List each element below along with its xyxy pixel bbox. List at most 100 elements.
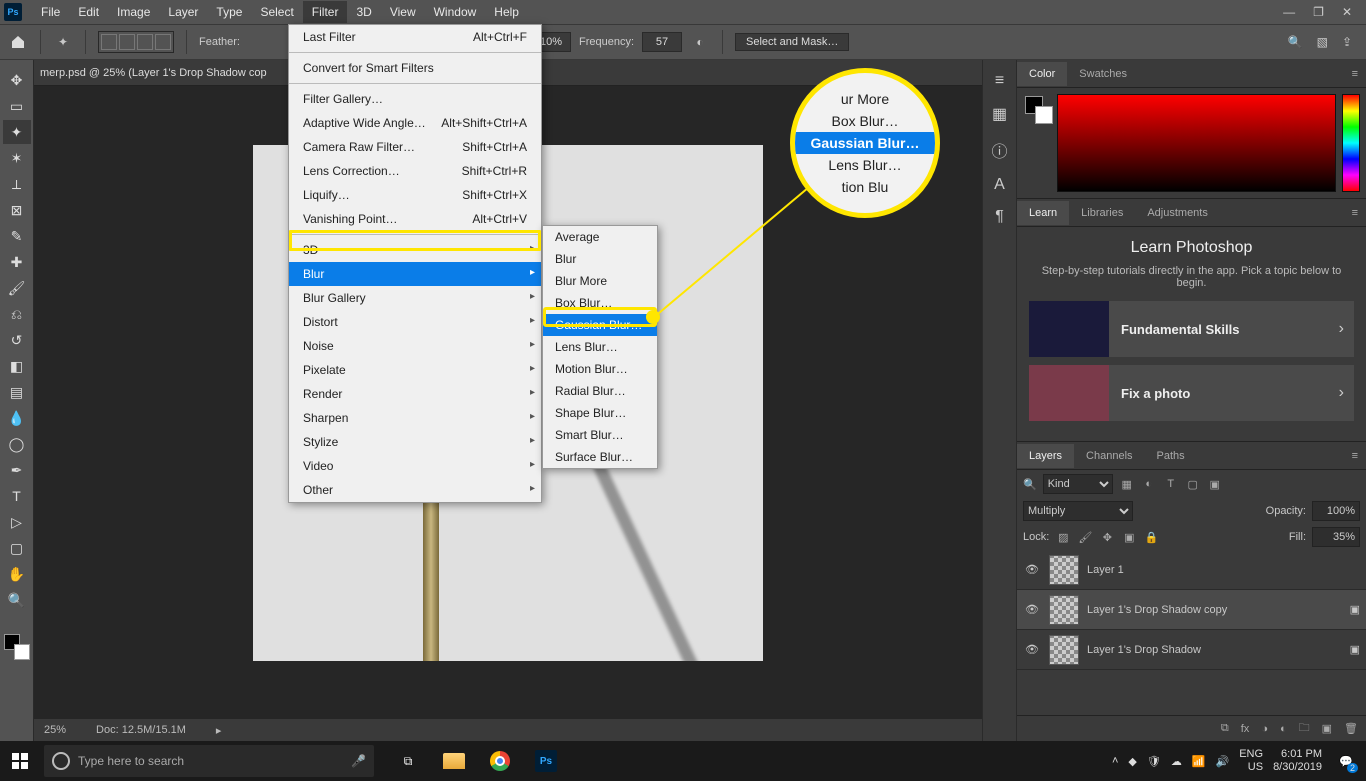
move-tool-icon[interactable]: ✥	[3, 68, 31, 92]
filter-gallery[interactable]: Filter Gallery…	[289, 87, 541, 111]
hue-slider[interactable]	[1342, 94, 1360, 192]
healing-tool-icon[interactable]: ✚	[3, 250, 31, 274]
taskbar-photoshop[interactable]: Ps	[526, 741, 566, 781]
crop-tool-icon[interactable]: ⟂	[3, 172, 31, 196]
path-select-tool-icon[interactable]: ▷	[3, 510, 31, 534]
properties-icon[interactable]: ▦	[992, 104, 1007, 124]
filter-liquify[interactable]: Liquify…Shift+Ctrl+X	[289, 183, 541, 207]
status-chevron-icon[interactable]: ▸	[216, 724, 222, 737]
tab-libraries[interactable]: Libraries	[1069, 201, 1135, 225]
histogram-icon[interactable]: ≡	[995, 72, 1004, 90]
lock-transparent-icon[interactable]: ▨	[1055, 529, 1071, 545]
visibility-icon[interactable]: 👁	[1023, 643, 1041, 656]
paragraph-icon[interactable]: ¶	[995, 208, 1004, 226]
filter-smart-icon[interactable]: ▣	[1207, 476, 1223, 492]
layer-name[interactable]: Layer 1's Drop Shadow copy	[1087, 604, 1227, 616]
notification-icon[interactable]: 💬2	[1332, 747, 1360, 775]
filter-video[interactable]: Video	[289, 454, 541, 478]
menu-help[interactable]: Help	[485, 1, 528, 23]
blur-blur[interactable]: Blur	[543, 248, 657, 270]
panel-menu-icon[interactable]: ≡	[1344, 68, 1366, 80]
layer-name[interactable]: Layer 1's Drop Shadow	[1087, 644, 1201, 656]
filter-distort[interactable]: Distort	[289, 310, 541, 334]
filter-lens-correction[interactable]: Lens Correction…Shift+Ctrl+R	[289, 159, 541, 183]
taskbar-search[interactable]: Type here to search 🎤	[44, 745, 374, 777]
blur-shape[interactable]: Shape Blur…	[543, 402, 657, 424]
menu-type[interactable]: Type	[207, 1, 251, 23]
lasso-tool-icon[interactable]: ✦	[53, 32, 73, 52]
select-and-mask-button[interactable]: Select and Mask…	[735, 33, 849, 51]
blur-tool-icon[interactable]: 💧	[3, 406, 31, 430]
brush-tool-icon[interactable]: 🖌	[3, 276, 31, 300]
clone-tool-icon[interactable]: ⎌	[3, 302, 31, 326]
layer-row[interactable]: 👁 Layer 1's Drop Shadow copy ▣	[1017, 590, 1366, 630]
mask-icon[interactable]: ◑	[1261, 723, 1268, 735]
visibility-icon[interactable]: 👁	[1023, 563, 1041, 576]
selection-mode-group[interactable]	[98, 31, 174, 53]
start-button[interactable]	[0, 741, 40, 781]
blur-surface[interactable]: Surface Blur…	[543, 446, 657, 468]
filter-other[interactable]: Other	[289, 478, 541, 502]
gradient-tool-icon[interactable]: ▤	[3, 380, 31, 404]
link-layers-icon[interactable]: ⧉	[1221, 722, 1229, 735]
tray-security-icon[interactable]: 🛡	[1147, 755, 1161, 768]
layer-row[interactable]: 👁 Layer 1's Drop Shadow ▣	[1017, 630, 1366, 670]
filter-blur[interactable]: Blur	[289, 262, 541, 286]
character-icon[interactable]: A	[994, 176, 1005, 194]
type-tool-icon[interactable]: T	[3, 484, 31, 508]
taskbar-chrome[interactable]	[480, 741, 520, 781]
rectangle-tool-icon[interactable]: ▢	[3, 536, 31, 560]
blur-smart[interactable]: Smart Blur…	[543, 424, 657, 446]
learn-card-fixphoto[interactable]: Fix a photo ›	[1029, 365, 1354, 421]
filter-stylize[interactable]: Stylize	[289, 430, 541, 454]
restore-icon[interactable]: ❐	[1313, 5, 1324, 19]
lock-artboard-icon[interactable]: ▣	[1121, 529, 1137, 545]
blur-motion[interactable]: Motion Blur…	[543, 358, 657, 380]
dodge-tool-icon[interactable]: ◯	[3, 432, 31, 456]
adjustment-layer-icon[interactable]: ◐	[1280, 723, 1287, 735]
group-icon[interactable]: 🗀	[1299, 719, 1310, 738]
zoom-tool-icon[interactable]: 🔍	[3, 588, 31, 612]
blur-box[interactable]: Box Blur…	[543, 292, 657, 314]
blur-lens[interactable]: Lens Blur…	[543, 336, 657, 358]
blur-average[interactable]: Average	[543, 226, 657, 248]
close-icon[interactable]: ✕	[1342, 5, 1352, 19]
blur-gaussian[interactable]: Gaussian Blur…	[543, 314, 657, 336]
layer-filter-select[interactable]: Kind	[1043, 474, 1113, 494]
tab-swatches[interactable]: Swatches	[1067, 62, 1139, 86]
tab-paths[interactable]: Paths	[1145, 444, 1197, 468]
mic-icon[interactable]: 🎤	[351, 754, 366, 768]
lock-image-icon[interactable]: 🖌	[1077, 529, 1093, 545]
filter-pixel-icon[interactable]: ▦	[1119, 476, 1135, 492]
task-view-icon[interactable]: ⧉	[388, 741, 428, 781]
tab-learn[interactable]: Learn	[1017, 201, 1069, 225]
arrange-icon[interactable]: ▧	[1317, 35, 1328, 49]
menu-layer[interactable]: Layer	[159, 1, 207, 23]
tab-color[interactable]: Color	[1017, 62, 1067, 86]
share-icon[interactable]: ⇪	[1342, 35, 1352, 49]
menu-select[interactable]: Select	[251, 1, 302, 23]
tray-adobe-icon[interactable]: ◆	[1128, 755, 1136, 768]
eraser-tool-icon[interactable]: ◧	[3, 354, 31, 378]
color-picker-field[interactable]	[1057, 94, 1336, 192]
blur-more[interactable]: Blur More	[543, 270, 657, 292]
fx-icon[interactable]: fx	[1241, 723, 1250, 735]
filter-camera-raw[interactable]: Camera Raw Filter…Shift+Ctrl+A	[289, 135, 541, 159]
delete-icon[interactable]: 🗑	[1344, 722, 1358, 735]
lock-position-icon[interactable]: ✥	[1099, 529, 1115, 545]
fill-input[interactable]	[1312, 527, 1360, 547]
menu-edit[interactable]: Edit	[69, 1, 108, 23]
new-layer-icon[interactable]: ▣	[1322, 722, 1332, 735]
filter-3d[interactable]: 3D	[289, 238, 541, 262]
tab-layers[interactable]: Layers	[1017, 444, 1074, 468]
panel-menu-icon[interactable]: ≡	[1344, 207, 1366, 219]
pen-pressure-icon[interactable]: ◐	[690, 32, 710, 52]
filter-noise[interactable]: Noise	[289, 334, 541, 358]
tray-volume-icon[interactable]: 🔊	[1216, 755, 1230, 768]
tray-chevron-icon[interactable]: ˄	[1112, 755, 1118, 767]
filter-vanishing-point[interactable]: Vanishing Point…Alt+Ctrl+V	[289, 207, 541, 231]
magic-wand-tool-icon[interactable]: ✶	[3, 146, 31, 170]
frequency-input[interactable]	[642, 32, 682, 52]
blur-radial[interactable]: Radial Blur…	[543, 380, 657, 402]
menu-window[interactable]: Window	[425, 1, 486, 23]
